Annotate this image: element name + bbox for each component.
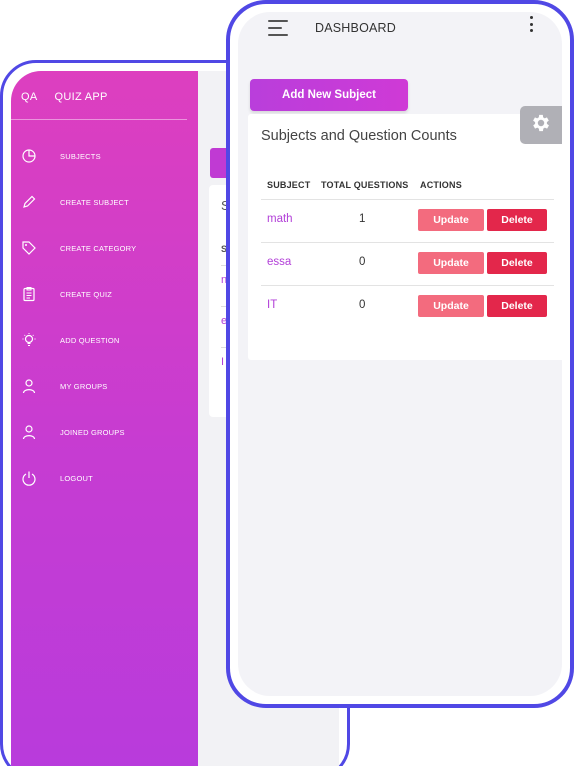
- table-row: essa 0 Update Delete: [261, 242, 554, 285]
- sidebar-item-logout[interactable]: LOGOUT: [21, 463, 93, 493]
- question-count: 0: [359, 256, 366, 268]
- app-brand: QA QUIZ APP: [21, 91, 108, 103]
- delete-button[interactable]: Delete: [487, 209, 547, 231]
- clipboard-icon: [21, 286, 37, 302]
- question-count: 1: [359, 213, 366, 225]
- column-header-actions: ACTIONS: [420, 180, 462, 190]
- front-phone-frame: DASHBOARD Add New Subject Subjects and Q…: [226, 0, 574, 708]
- table-row: IT 0 Update Delete: [261, 285, 554, 328]
- question-count: 0: [359, 299, 366, 311]
- sidebar-item-joined-groups[interactable]: JOINED GROUPS: [21, 417, 125, 447]
- sidebar: QA QUIZ APP SUBJECTS CREATE SUBJECT CREA…: [11, 71, 198, 766]
- sidebar-item-label: SUBJECTS: [60, 151, 101, 161]
- settings-button[interactable]: [520, 106, 562, 144]
- pencil-icon: [21, 194, 37, 210]
- update-button[interactable]: Update: [418, 295, 484, 317]
- sidebar-item-subjects[interactable]: SUBJECTS: [21, 141, 101, 171]
- sidebar-item-my-groups[interactable]: MY GROUPS: [21, 371, 108, 401]
- sidebar-item-label: CREATE SUBJECT: [60, 197, 129, 207]
- more-vertical-icon[interactable]: [528, 16, 534, 32]
- app-logo: QA: [21, 91, 38, 103]
- card-title: Subjects and Question Counts: [261, 128, 457, 144]
- front-phone-screen: DASHBOARD Add New Subject Subjects and Q…: [238, 12, 562, 696]
- sidebar-divider: [11, 119, 187, 120]
- sidebar-item-create-subject[interactable]: CREATE SUBJECT: [21, 187, 129, 217]
- sidebar-item-label: CREATE CATEGORY: [60, 243, 137, 253]
- back-row-subject: I: [221, 356, 225, 368]
- sidebar-item-create-quiz[interactable]: CREATE QUIZ: [21, 279, 112, 309]
- sidebar-item-label: MY GROUPS: [60, 381, 108, 391]
- column-header-subject: SUBJECT: [267, 180, 311, 190]
- user-icon: [21, 378, 37, 394]
- row-divider: [261, 199, 554, 200]
- gear-icon: [530, 112, 552, 139]
- update-button[interactable]: Update: [418, 209, 484, 231]
- sidebar-item-add-question[interactable]: ADD QUESTION: [21, 325, 120, 355]
- pie-chart-icon: [21, 148, 37, 164]
- row-divider: [261, 242, 554, 243]
- app-name: QUIZ APP: [54, 91, 108, 103]
- delete-button[interactable]: Delete: [487, 252, 547, 274]
- page-title: DASHBOARD: [315, 21, 396, 35]
- sidebar-item-label: LOGOUT: [60, 473, 93, 483]
- user-icon: [21, 424, 37, 440]
- sidebar-item-label: JOINED GROUPS: [60, 427, 125, 437]
- subject-link[interactable]: math: [267, 213, 293, 225]
- sidebar-item-label: ADD QUESTION: [60, 335, 120, 345]
- column-header-total-questions: TOTAL QUESTIONS: [321, 180, 409, 190]
- row-divider: [261, 285, 554, 286]
- sidebar-item-label: CREATE QUIZ: [60, 289, 113, 299]
- hamburger-menu-icon[interactable]: [268, 20, 288, 36]
- lightbulb-icon: [21, 332, 37, 348]
- delete-button[interactable]: Delete: [487, 295, 547, 317]
- table-row: math 1 Update Delete: [261, 199, 554, 242]
- tag-icon: [21, 240, 37, 256]
- add-new-subject-button[interactable]: Add New Subject: [250, 79, 408, 111]
- update-button[interactable]: Update: [418, 252, 484, 274]
- sidebar-item-create-category[interactable]: CREATE CATEGORY: [21, 233, 136, 263]
- subject-link[interactable]: essa: [267, 256, 291, 268]
- subject-link[interactable]: IT: [267, 299, 277, 311]
- top-bar: DASHBOARD: [238, 12, 562, 60]
- power-icon: [21, 470, 37, 486]
- subjects-card: Subjects and Question Counts SUBJECT TOT…: [248, 114, 562, 360]
